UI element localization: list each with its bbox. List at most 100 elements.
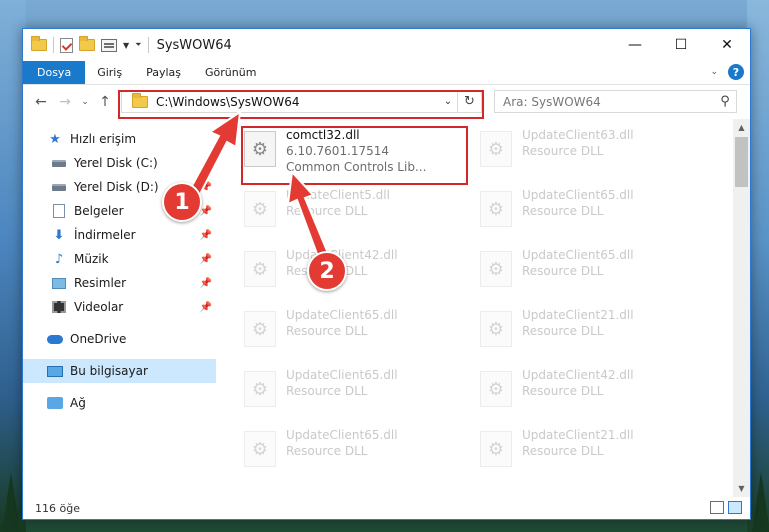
ribbon-right: ⌄ ? (710, 64, 744, 80)
tab-home[interactable]: Giriş (85, 61, 134, 84)
forward-arrow-icon[interactable]: → (53, 94, 77, 110)
tiles-view-icon[interactable] (728, 501, 742, 514)
file-highlight-box (241, 126, 468, 185)
dll-file-icon: ⚙ (480, 191, 512, 227)
recent-locations-icon[interactable]: ⌄ (77, 97, 93, 107)
file-item[interactable]: ⚙ UpdateClient21.dll Resource DLL (474, 425, 700, 479)
close-button[interactable]: ✕ (704, 29, 750, 61)
file-name: UpdateClient65.dll (286, 368, 398, 382)
drive-icon (51, 156, 67, 170)
sidebar-item-this-pc[interactable]: Bu bilgisayar (23, 359, 216, 383)
properties-check-icon[interactable] (60, 37, 73, 53)
sidebar-item-label: Ağ (70, 396, 86, 410)
file-item[interactable]: ⚙ UpdateClient5.dll Resource DLL (238, 185, 464, 239)
sidebar-item-label: İndirmeler (74, 228, 136, 242)
pin-icon[interactable]: 📌 (200, 206, 212, 217)
chevron-down-icon[interactable]: ▼ (123, 41, 129, 50)
vertical-scrollbar[interactable]: ▲ ▼ (733, 119, 750, 497)
file-type: Resource DLL (522, 324, 604, 338)
sidebar-item-onedrive[interactable]: OneDrive (23, 327, 216, 351)
details-view-icon[interactable] (710, 501, 724, 514)
file-item[interactable]: ⚙ UpdateClient65.dll Resource DLL (474, 185, 700, 239)
customize-toolbar-icon[interactable]: ⏷ (135, 40, 141, 50)
file-name: UpdateClient65.dll (286, 308, 398, 322)
network-icon (47, 396, 63, 410)
file-name: UpdateClient65.dll (286, 428, 398, 442)
file-item[interactable]: ⚙ UpdateClient65.dll Resource DLL (238, 365, 464, 419)
new-folder-icon[interactable] (79, 36, 95, 51)
scroll-up-icon[interactable]: ▲ (733, 119, 750, 136)
file-item[interactable]: ⚙ UpdateClient42.dllResource DLL (474, 365, 700, 419)
sidebar-item-label: Hızlı erişim (70, 132, 137, 146)
sidebar-item-downloads[interactable]: ⬇ İndirmeler 📌 (23, 223, 216, 247)
sidebar-item-videos[interactable]: Videolar 📌 (23, 295, 216, 319)
cloud-icon (47, 332, 63, 346)
scroll-down-icon[interactable]: ▼ (733, 480, 750, 497)
back-arrow-icon[interactable]: ← (29, 94, 53, 110)
file-item[interactable]: ⚙ UpdateClient65.dll Resource DLL (238, 305, 464, 359)
properties-icon[interactable] (101, 38, 117, 52)
pin-icon[interactable]: 📌 (200, 182, 212, 193)
title-bar: ▼ ⏷ SysWOW64 — ☐ ✕ (23, 29, 750, 61)
file-type: Resource DLL (286, 204, 368, 218)
dll-file-icon: ⚙ (480, 251, 512, 287)
file-name: UpdateClient21.dll (522, 428, 634, 442)
view-toggle (710, 501, 742, 514)
minimize-button[interactable]: — (612, 29, 658, 61)
file-type: Resource DLL (522, 144, 604, 158)
sidebar-item-music[interactable]: ♪ Müzik 📌 (23, 247, 216, 271)
pin-icon[interactable]: 📌 (200, 302, 212, 313)
sidebar-item-pictures[interactable]: Resimler 📌 (23, 271, 216, 295)
folder-icon (31, 36, 47, 51)
search-input[interactable]: Ara: SysWOW64 ⚲ (494, 90, 737, 113)
sidebar-item-label: OneDrive (70, 332, 127, 346)
up-arrow-icon[interactable]: ↑ (93, 94, 117, 110)
file-type: Resource DLL (286, 444, 368, 458)
tab-share[interactable]: Paylaş (134, 61, 193, 84)
help-icon[interactable]: ? (728, 64, 744, 80)
tree-silhouette (2, 472, 20, 532)
dll-file-icon: ⚙ (244, 371, 276, 407)
pin-icon[interactable]: 📌 (200, 254, 212, 265)
file-type: Resource DLL (286, 324, 368, 338)
tab-view[interactable]: Görünüm (193, 61, 268, 84)
star-icon: ★ (49, 131, 61, 147)
file-item[interactable]: ⚙ UpdateClient63.dll Resource DLL (474, 125, 700, 179)
pin-icon[interactable]: 📌 (200, 230, 212, 241)
file-item[interactable]: ⚙ UpdateClient65.dll Resource DLL (238, 425, 464, 479)
dll-file-icon: ⚙ (244, 431, 276, 467)
dll-file-icon: ⚙ (480, 431, 512, 467)
file-name: UpdateClient65.dll (522, 188, 634, 202)
file-item[interactable]: ⚙ UpdateClient65.dll Resource DLL (474, 245, 700, 299)
file-type: Resource DLL (522, 444, 604, 458)
file-name: UpdateClient5.dll (286, 188, 390, 202)
sidebar-item-network[interactable]: Ağ (23, 391, 216, 415)
window-controls: — ☐ ✕ (612, 29, 750, 61)
sidebar-item-label: Videolar (74, 300, 124, 314)
search-icon[interactable]: ⚲ (714, 94, 736, 109)
sidebar-item-label: Yerel Disk (D:) (74, 180, 159, 194)
toolbar-separator (147, 37, 149, 53)
pin-icon[interactable]: 📌 (200, 278, 212, 289)
file-name: UpdateClient63.dll (522, 128, 634, 142)
tab-file[interactable]: Dosya (23, 61, 86, 84)
sidebar-item-label: Resimler (74, 276, 127, 290)
expand-ribbon-icon[interactable]: ⌄ (710, 67, 718, 77)
file-type: Resource DLL (522, 204, 604, 218)
computer-icon (47, 364, 63, 378)
maximize-button[interactable]: ☐ (658, 29, 704, 61)
item-count: 116 öğe (35, 501, 80, 515)
scroll-thumb[interactable] (735, 137, 748, 187)
sidebar-item-local-disk-c[interactable]: Yerel Disk (C:) (23, 151, 216, 175)
documents-icon (51, 204, 67, 218)
file-type: Resource DLL (522, 264, 604, 278)
file-name: UpdateClient42.dll (522, 368, 634, 382)
file-item[interactable]: ⚙ UpdateClient21.dll Resource DLL (474, 305, 700, 359)
file-item[interactable]: ⚙ UpdateClient42.dllResource DLL (238, 245, 464, 299)
search-placeholder: Ara: SysWOW64 (503, 94, 601, 109)
sidebar-item-quick-access[interactable]: ★ Hızlı erişim (23, 127, 216, 151)
sidebar-item-label: Müzik (74, 252, 109, 266)
ribbon-tabs: Dosya Giriş Paylaş Görünüm ⌄ ? (23, 61, 750, 85)
